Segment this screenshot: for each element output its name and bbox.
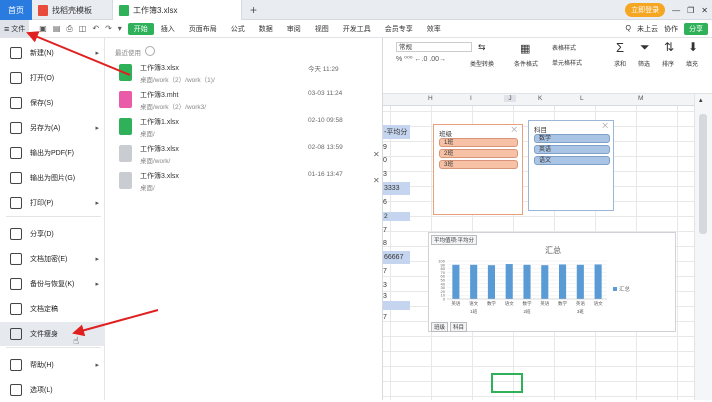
arrow-to-file-menu [26,31,131,76]
mouse-cursor-icon: ☝ [73,336,80,347]
arrow-to-slim-file [72,309,159,337]
annotation-arrows [26,31,159,337]
